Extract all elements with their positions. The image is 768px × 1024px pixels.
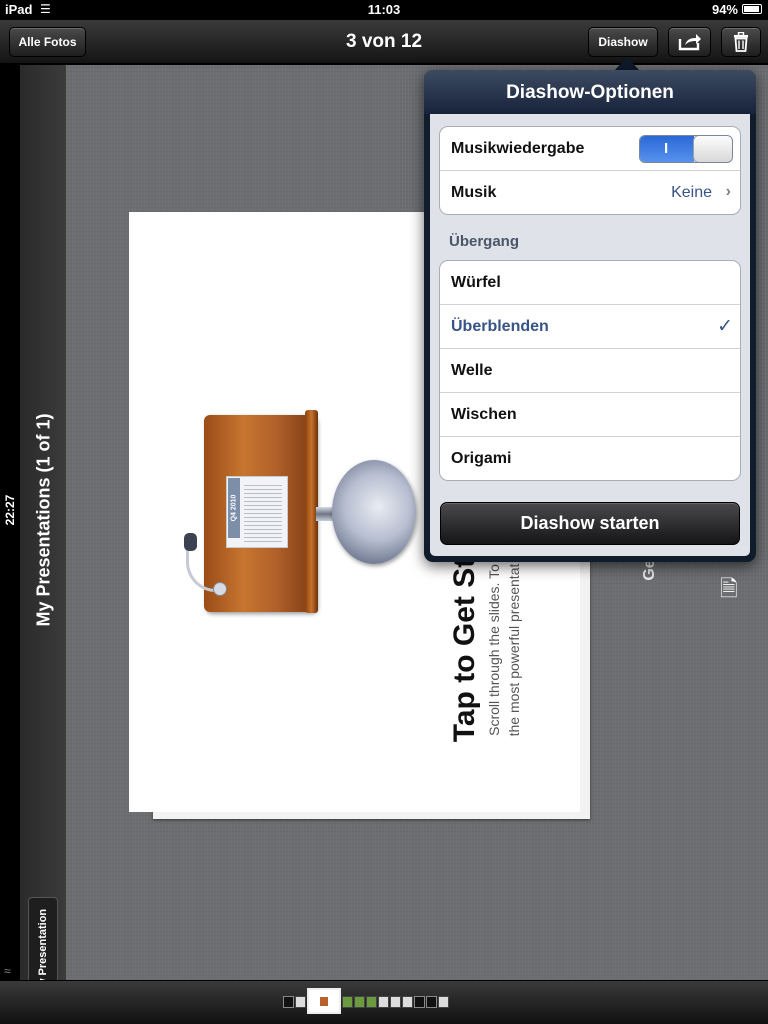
popover-arrow <box>614 57 640 71</box>
transition-option-selected[interactable]: Überblenden ✓ <box>440 305 740 349</box>
share-icon <box>678 34 701 51</box>
popover-body: Musikwiedergabe I Musik Keine › Übergang… <box>430 114 750 556</box>
checkmark-icon: ✓ <box>717 316 733 337</box>
thumbnail[interactable] <box>402 996 413 1008</box>
side-wifi-icon: ≈ <box>4 964 11 978</box>
transition-section-header: Übergang <box>449 233 520 250</box>
music-row[interactable]: Musik Keine › <box>440 171 740 214</box>
transition-option[interactable]: Wischen <box>440 393 740 437</box>
delete-button[interactable] <box>721 27 761 57</box>
thumbnail[interactable] <box>438 996 449 1008</box>
document-icon: 🗎 <box>720 576 738 601</box>
thumbnail-strip[interactable] <box>0 980 768 1024</box>
popover-header: Diashow-Optionen <box>424 70 756 114</box>
battery-percentage: 94% <box>711 2 738 17</box>
thumbnail[interactable] <box>426 996 437 1008</box>
thumbnail[interactable] <box>295 996 306 1008</box>
music-value: Keine <box>671 184 712 201</box>
podium-base <box>332 460 416 564</box>
thumbnail[interactable] <box>414 996 425 1008</box>
battery-icon <box>742 4 762 14</box>
slide-heading: Tap to Get St <box>448 557 481 743</box>
transition-label: Origami <box>451 450 512 467</box>
toggle-on-glyph: I <box>664 140 669 157</box>
thumbnail[interactable] <box>354 996 365 1008</box>
transition-option[interactable]: Origami <box>440 437 740 480</box>
status-bar: iPad ☰ 11:03 94% <box>0 0 768 20</box>
navigation-bar: Alle Fotos 3 von 12 Diashow <box>0 20 768 64</box>
presentations-title: My Presentations (1 of 1) <box>33 413 54 627</box>
transition-option[interactable]: Würfel <box>440 261 740 305</box>
microphone-icon <box>184 533 197 551</box>
toggle-knob <box>693 136 732 162</box>
thumbnail[interactable] <box>378 996 389 1008</box>
paper-lines <box>244 484 282 542</box>
transition-group: Würfel Überblenden ✓ Welle Wischen Origa… <box>439 260 741 481</box>
thumbnail[interactable] <box>283 996 294 1008</box>
thumbnail-selected[interactable] <box>307 988 341 1014</box>
thumbnail-list <box>283 988 449 1014</box>
thumbnail[interactable] <box>342 996 353 1008</box>
background-slide-text: Ge <box>641 559 658 581</box>
slideshow-options-popover: Diashow-Optionen Musikwiedergabe I Musik… <box>424 70 756 562</box>
music-label: Musik <box>451 184 497 201</box>
toggle-on-track: I <box>640 136 694 162</box>
transition-option[interactable]: Welle <box>440 349 740 393</box>
status-time: 11:03 <box>367 2 401 17</box>
side-clock: 22:27 <box>3 494 17 526</box>
trash-icon <box>734 32 748 52</box>
transition-label: Würfel <box>451 274 501 291</box>
music-group: Musikwiedergabe I Musik Keine › <box>439 126 741 215</box>
thumbnail[interactable] <box>366 996 377 1008</box>
popover-title: Diashow-Optionen <box>506 82 674 103</box>
transition-label: Wischen <box>451 406 517 423</box>
share-button[interactable] <box>668 27 711 57</box>
music-playback-toggle[interactable]: I <box>639 135 733 163</box>
thumbnail[interactable] <box>390 996 401 1008</box>
slide-subtitle-line-2: the most powerful presentat <box>506 563 522 737</box>
transition-label: Überblenden <box>451 318 549 335</box>
microphone-knob <box>213 582 227 596</box>
transition-label: Welle <box>451 362 493 379</box>
music-playback-label: Musikwiedergabe <box>451 140 585 157</box>
start-slideshow-button[interactable]: Diashow starten <box>440 502 740 545</box>
music-playback-row: Musikwiedergabe I <box>440 127 740 171</box>
chevron-right-icon: › <box>725 183 731 200</box>
paper-tab-label: Q4 2010 <box>230 494 238 522</box>
slideshow-button[interactable]: Diashow <box>588 27 658 57</box>
slide-subtitle-line-1: Scroll through the slides. To <box>486 564 502 736</box>
